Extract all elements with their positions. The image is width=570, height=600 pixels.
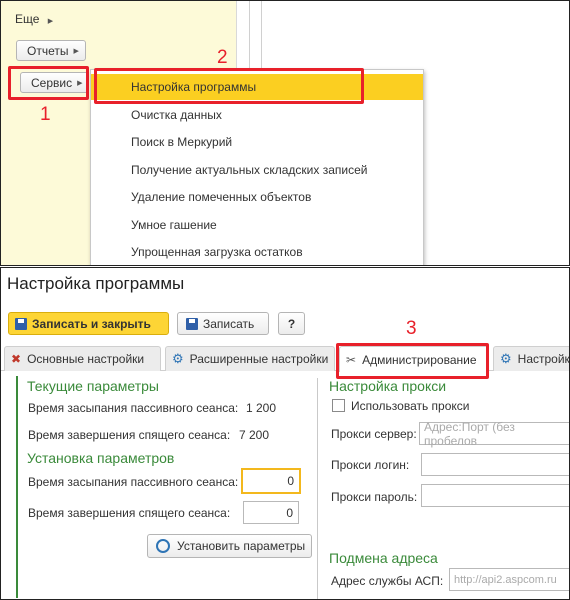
form-title: Настройка программы bbox=[7, 274, 185, 293]
menu-item-simplified-load[interactable]: Упрощенная загрузка остатков bbox=[91, 239, 423, 265]
menu-item-mercury-search[interactable]: Поиск в Меркурий bbox=[91, 129, 423, 155]
service-menu-panel: Еще ▶ Отчеты ▶ Сервис ▶ 1 Настройка прог… bbox=[0, 0, 570, 266]
menu-item-warehouse-records[interactable]: Получение актуальных складских записей bbox=[91, 157, 423, 183]
apply-params-button[interactable]: Установить параметры bbox=[147, 534, 312, 558]
set-passive-input[interactable]: 0 bbox=[241, 468, 301, 494]
set-params-heading: Установка параметров bbox=[27, 450, 175, 466]
annotation-box-1 bbox=[8, 66, 89, 100]
reports-button-label: Отчеты bbox=[27, 43, 69, 58]
help-label: ? bbox=[287, 316, 296, 331]
proxy-login-label: Прокси логин: bbox=[331, 458, 410, 472]
stopwatch-icon bbox=[156, 539, 170, 553]
proxy-server-label: Прокси сервер: bbox=[331, 427, 417, 441]
current-passive-value: 1 200 bbox=[246, 401, 277, 415]
save-label: Записать bbox=[203, 316, 255, 331]
apply-params-label: Установить параметры bbox=[177, 539, 306, 553]
more-label: Еще bbox=[15, 12, 40, 26]
annotation-number-1: 1 bbox=[40, 104, 51, 125]
proxy-password-label: Прокси пароль: bbox=[331, 490, 418, 504]
floppy-disk-icon bbox=[186, 317, 198, 330]
use-proxy-checkbox[interactable] bbox=[332, 399, 345, 412]
asp-address-label: Адрес службы АСП: bbox=[331, 574, 444, 588]
use-proxy-label: Использовать прокси bbox=[351, 399, 470, 413]
triangle-right-icon: ▶ bbox=[47, 18, 54, 25]
section-marker bbox=[16, 376, 18, 598]
set-sleeping-input[interactable]: 0 bbox=[243, 501, 299, 524]
save-and-close-label: Записать и закрыть bbox=[32, 316, 151, 331]
reports-button[interactable]: Отчеты ▶ bbox=[16, 40, 86, 61]
current-sleeping-value: 7 200 bbox=[239, 428, 270, 442]
save-and-close-button[interactable]: Записать и закрыть bbox=[8, 312, 169, 335]
menu-item-delete-marked[interactable]: Удаление помеченных объектов bbox=[91, 184, 423, 210]
triangle-right-icon: ▶ bbox=[73, 47, 79, 55]
annotation-box-3 bbox=[336, 343, 489, 379]
set-passive-label: Время засыпания пассивного сеанса: bbox=[28, 475, 239, 489]
proxy-server-input[interactable]: Адрес:Порт (без пробелов bbox=[419, 420, 569, 448]
menu-item-smart-redemption[interactable]: Умное гашение bbox=[91, 212, 423, 238]
wrench-red-icon: ✖ bbox=[11, 352, 22, 366]
more-menu[interactable]: Еще ▶ bbox=[15, 12, 53, 26]
proxy-password-input[interactable] bbox=[421, 484, 569, 507]
set-sleeping-label: Время завершения спящего сеанса: bbox=[28, 506, 231, 520]
tab-advanced-settings[interactable]: ⚙ Расширенные настройки bbox=[165, 346, 335, 371]
current-sleeping-label: Время завершения спящего сеанса: bbox=[28, 428, 231, 442]
menu-item-data-cleanup[interactable]: Очистка данных bbox=[91, 102, 423, 128]
gear-icon: ⚙ bbox=[172, 351, 184, 366]
settings-form: Настройка программы Записать и закрыть З… bbox=[0, 267, 570, 600]
current-params-heading: Текущие параметры bbox=[27, 378, 159, 394]
save-button[interactable]: Записать bbox=[177, 312, 269, 335]
current-passive-label: Время засыпания пассивного сеанса: bbox=[28, 401, 239, 415]
proxy-login-input[interactable] bbox=[421, 453, 569, 476]
address-heading: Подмена адреса bbox=[329, 550, 438, 566]
tab-settings[interactable]: ⚙ Настройки bbox=[493, 346, 569, 371]
annotation-number-3: 3 bbox=[406, 318, 417, 339]
help-button[interactable]: ? bbox=[278, 312, 305, 335]
floppy-disk-icon bbox=[15, 317, 27, 330]
column-divider bbox=[317, 378, 318, 599]
tab-basic-settings[interactable]: ✖ Основные настройки bbox=[4, 346, 161, 371]
gear-icon: ⚙ bbox=[500, 351, 512, 366]
proxy-heading: Настройка прокси bbox=[329, 378, 447, 394]
annotation-number-2: 2 bbox=[217, 47, 228, 68]
asp-address-input[interactable]: http://api2.aspcom.ru bbox=[449, 568, 569, 591]
annotation-box-2 bbox=[94, 68, 364, 104]
